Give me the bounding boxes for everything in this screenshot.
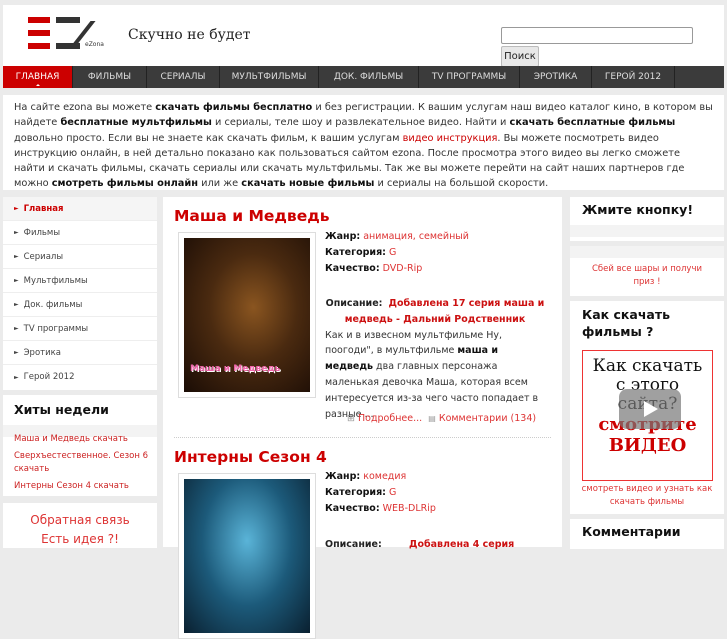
video-text: Как скачать <box>592 356 703 376</box>
feedback-line1: Обратная связь <box>30 513 130 527</box>
article-divider <box>174 437 551 438</box>
left-menu-label: Сериалы <box>23 251 64 262</box>
genre-value[interactable]: комедия <box>363 471 406 482</box>
logo-subtext: eZona <box>85 41 104 48</box>
left-menu-label: Мультфильмы <box>23 275 88 286</box>
comments-title: Комментарии <box>582 524 681 539</box>
howto-title: Как скачать фильмы ? <box>582 307 670 339</box>
quality-value[interactable]: DVD-Rip <box>383 263 423 274</box>
left-menu-item[interactable]: ► Док. фильмы <box>3 293 157 317</box>
arrow-right-icon: ► <box>14 277 19 284</box>
nav-films[interactable]: ФИЛЬМЫ <box>73 66 147 88</box>
nav-hero2012[interactable]: ГЕРОЙ 2012 <box>592 66 675 88</box>
more-link[interactable]: Подробнее... <box>358 413 422 424</box>
category-value[interactable]: G <box>389 487 396 498</box>
slogan: Скучно не будет <box>128 27 251 43</box>
arrow-right-icon: ► <box>14 205 19 212</box>
arrow-right-icon: ► <box>14 253 19 260</box>
feedback-line2: Есть идея ?! <box>41 532 119 546</box>
nav-tv[interactable]: TV ПРОГРАММЫ <box>419 66 520 88</box>
intro-text-part: довольно просто. Если вы не знаете как с… <box>14 132 403 144</box>
intro-keyword: смотреть фильмы онлайн <box>51 178 199 190</box>
intro-keyword: бесплатные мультфильмы <box>60 117 212 129</box>
article-info: Жанр: анимация, семейный Категория: G Ка… <box>325 229 545 277</box>
left-menu-label: Герой 2012 <box>23 372 75 382</box>
intro-keyword: скачать новые фильмы <box>241 178 375 190</box>
left-menu: ► Главная ► Фильмы ► Сериалы ► Мультфильмы ►… <box>3 197 157 390</box>
intro-text-part: На сайте ezona вы можете <box>14 102 156 113</box>
left-menu-item[interactable]: ► Фильмы <box>3 221 157 245</box>
nav-cartoons[interactable]: МУЛЬТФИЛЬМЫ <box>220 66 319 88</box>
description-label: Описание: <box>325 298 383 309</box>
play-icon[interactable] <box>619 389 681 429</box>
video-instruction-link[interactable]: видео инструкция <box>403 133 498 144</box>
arrow-right-icon: ► <box>14 349 19 356</box>
left-menu-item[interactable]: ► Эротика <box>3 341 157 365</box>
hit-link[interactable]: Маша и Медведь скачать <box>14 433 154 446</box>
press-button-box: Жмите кнопку! <box>570 197 724 241</box>
game-link[interactable]: Сбей все шары и получи приз ! <box>570 258 724 294</box>
genre-label: Жанр: <box>325 231 361 242</box>
left-menu-label: Док. фильмы <box>23 299 83 310</box>
hits-title: Хиты недели <box>14 402 109 417</box>
poster-logo: Маша и Медведь <box>190 364 281 374</box>
left-menu-item[interactable]: ► Главная <box>3 197 157 221</box>
comment-icon: ▤ <box>428 414 436 423</box>
genre-label: Жанр: <box>325 471 361 482</box>
genre-value[interactable]: анимация, семейный <box>363 231 469 242</box>
nav-series[interactable]: СЕРИАЛЫ <box>147 66 220 88</box>
nav-documentaries[interactable]: ДОК. ФИЛЬМЫ <box>319 66 419 88</box>
nav-erotica[interactable]: ЭРОТИКА <box>520 66 592 88</box>
article-poster[interactable]: Маша и Медведь <box>178 232 316 398</box>
quality-label: Качество: <box>325 503 380 514</box>
intro-text-part: или же <box>198 178 242 190</box>
site-logo[interactable] <box>25 17 96 51</box>
left-menu-item[interactable]: ► TV программы <box>3 317 157 341</box>
hit-link[interactable]: Сверхъестественное. Сезон 6 скачать <box>14 450 154 476</box>
intro-keyword: скачать бесплатные фильмы <box>509 117 676 129</box>
article-description: Описание: Добавлена 17 серия маша и медв… <box>325 296 545 422</box>
article-title[interactable]: Маша и Медведь <box>174 207 330 225</box>
feedback-box[interactable]: Обратная связь Есть идея ?! <box>3 503 157 548</box>
left-menu-item[interactable]: ► Мультфильмы <box>3 269 157 293</box>
left-menu-item[interactable]: ► Герой 2012 <box>3 365 157 389</box>
hits-box: Хиты недели Маша и Медведь скачать Сверх… <box>3 395 157 496</box>
video-caption-link[interactable]: смотреть видео и узнать как скачать филь… <box>578 483 716 509</box>
game-box: Сбей все шары и получи приз ! <box>570 246 724 296</box>
arrow-right-icon: ► <box>14 373 19 381</box>
article-title[interactable]: Интерны Сезон 4 <box>174 448 327 466</box>
arrow-right-icon: ► <box>14 325 19 332</box>
article-info: Жанр: комедия Категория: G Качество: WEB… <box>325 469 545 517</box>
video-text: ВИДЕО <box>608 435 687 456</box>
quality-label: Качество: <box>325 263 380 274</box>
arrow-right-icon: ► <box>14 301 19 308</box>
left-menu-label: TV программы <box>23 323 89 334</box>
content-area: Маша и Медведь Маша и Медведь Жанр: аним… <box>163 197 562 639</box>
press-button-title: Жмите кнопку! <box>582 202 694 217</box>
nav-home[interactable]: ГЛАВНАЯ <box>3 66 73 88</box>
quality-value[interactable]: WEB-DLRip <box>383 503 436 514</box>
main-nav: ГЛАВНАЯ ФИЛЬМЫ СЕРИАЛЫ МУЛЬТФИЛЬМЫ ДОК. … <box>3 66 724 88</box>
left-menu-label: Фильмы <box>23 227 61 238</box>
intro-text-part: и сериалы на большой скорости. <box>374 178 549 190</box>
article-links: ⊞ Подробнее... ▤ Комментарии (134) <box>347 413 536 424</box>
search-button[interactable]: Поиск <box>501 46 539 67</box>
intro-keyword: скачать фильмы бесплатно <box>155 102 313 113</box>
video-thumbnail[interactable]: Как скачать с этого сайта? смотрите ВИДЕ… <box>582 350 713 481</box>
howto-box: Как скачать фильмы ? Как скачать с этого… <box>570 301 724 514</box>
comments-link[interactable]: Комментарии (134) <box>439 413 536 424</box>
category-label: Категория: <box>325 487 386 498</box>
intro-text: На сайте ezona вы можете скачать фильмы … <box>3 95 724 190</box>
hit-link[interactable]: Интерны Сезон 4 скачать <box>14 480 154 493</box>
left-menu-item[interactable]: ► Сериалы <box>3 245 157 269</box>
intro-text-part: и сериалы, теле шоу и развлекательное ви… <box>211 117 510 129</box>
search-input[interactable] <box>501 27 693 44</box>
category-label: Категория: <box>325 247 386 258</box>
left-menu-label: Главная <box>23 203 64 214</box>
category-value[interactable]: G <box>389 247 396 258</box>
arrow-right-icon: ► <box>14 229 19 236</box>
article-poster[interactable] <box>178 473 316 639</box>
plus-icon: ⊞ <box>347 413 355 424</box>
left-menu-label: Эротика <box>23 347 61 358</box>
